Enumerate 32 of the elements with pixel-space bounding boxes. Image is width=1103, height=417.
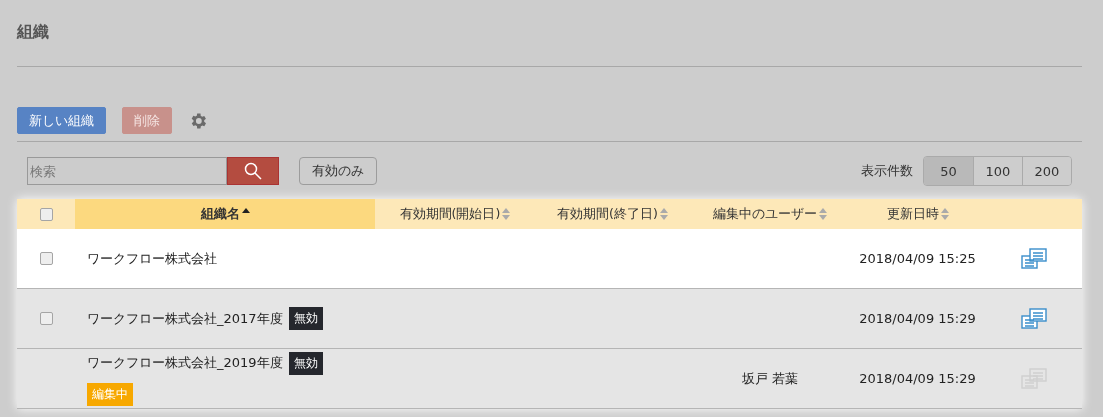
page-title: 組織 <box>17 21 50 43</box>
page-size-option[interactable]: 200 <box>1022 157 1071 185</box>
page-size-option[interactable]: 50 <box>924 157 973 185</box>
updated-time: 2018/04/09 15:25 <box>859 251 976 266</box>
documents-icon[interactable] <box>1020 307 1047 330</box>
documents-icon[interactable] <box>1020 247 1047 270</box>
organization-name: ワークフロー株式会社_2019年度 <box>87 354 283 372</box>
status-badge: 無効 <box>288 307 323 330</box>
table-row[interactable]: ワークフロー株式会社 2018/04/09 15:25 <box>17 229 1082 289</box>
column-header[interactable]: 有効期間(開始日) <box>399 205 501 223</box>
page-size-label: 表示件数 <box>861 162 913 180</box>
column-header[interactable]: 更新日時 <box>886 205 939 223</box>
column-header[interactable]: 組織名 <box>200 205 240 223</box>
organization-name: ワークフロー株式会社 <box>87 249 217 268</box>
select-all-checkbox[interactable] <box>39 207 53 221</box>
status-badge: 無効 <box>288 351 323 375</box>
search-icon <box>244 162 262 180</box>
search-button[interactable] <box>227 157 279 185</box>
row-checkbox[interactable] <box>39 252 53 265</box>
updated-time: 2018/04/09 15:29 <box>859 371 976 386</box>
row-checkbox[interactable] <box>39 312 53 325</box>
table-row[interactable]: ワークフロー株式会社_2017年度 無効 2018/04/09 15:29 <box>17 289 1082 349</box>
editor-name: 坂戸 若葉 <box>741 369 799 388</box>
active-only-button[interactable]: 有効のみ <box>299 157 377 185</box>
organization-name: ワークフロー株式会社_2017年度 <box>87 309 283 328</box>
search-field[interactable]: 検索 <box>27 157 227 185</box>
column-header[interactable]: 編集中のユーザー <box>713 205 817 223</box>
column-header[interactable]: 有効期間(終了日) <box>557 205 658 223</box>
table-row[interactable]: ワークフロー株式会社_2019年度 無効 編集中 坂戸 若葉 2018/04/09 15:29 <box>17 349 1082 409</box>
updated-time: 2018/04/09 15:29 <box>859 311 976 326</box>
editing-badge: 編集中 <box>87 382 133 406</box>
new-organization-button[interactable]: 新しい組織 <box>17 107 106 134</box>
